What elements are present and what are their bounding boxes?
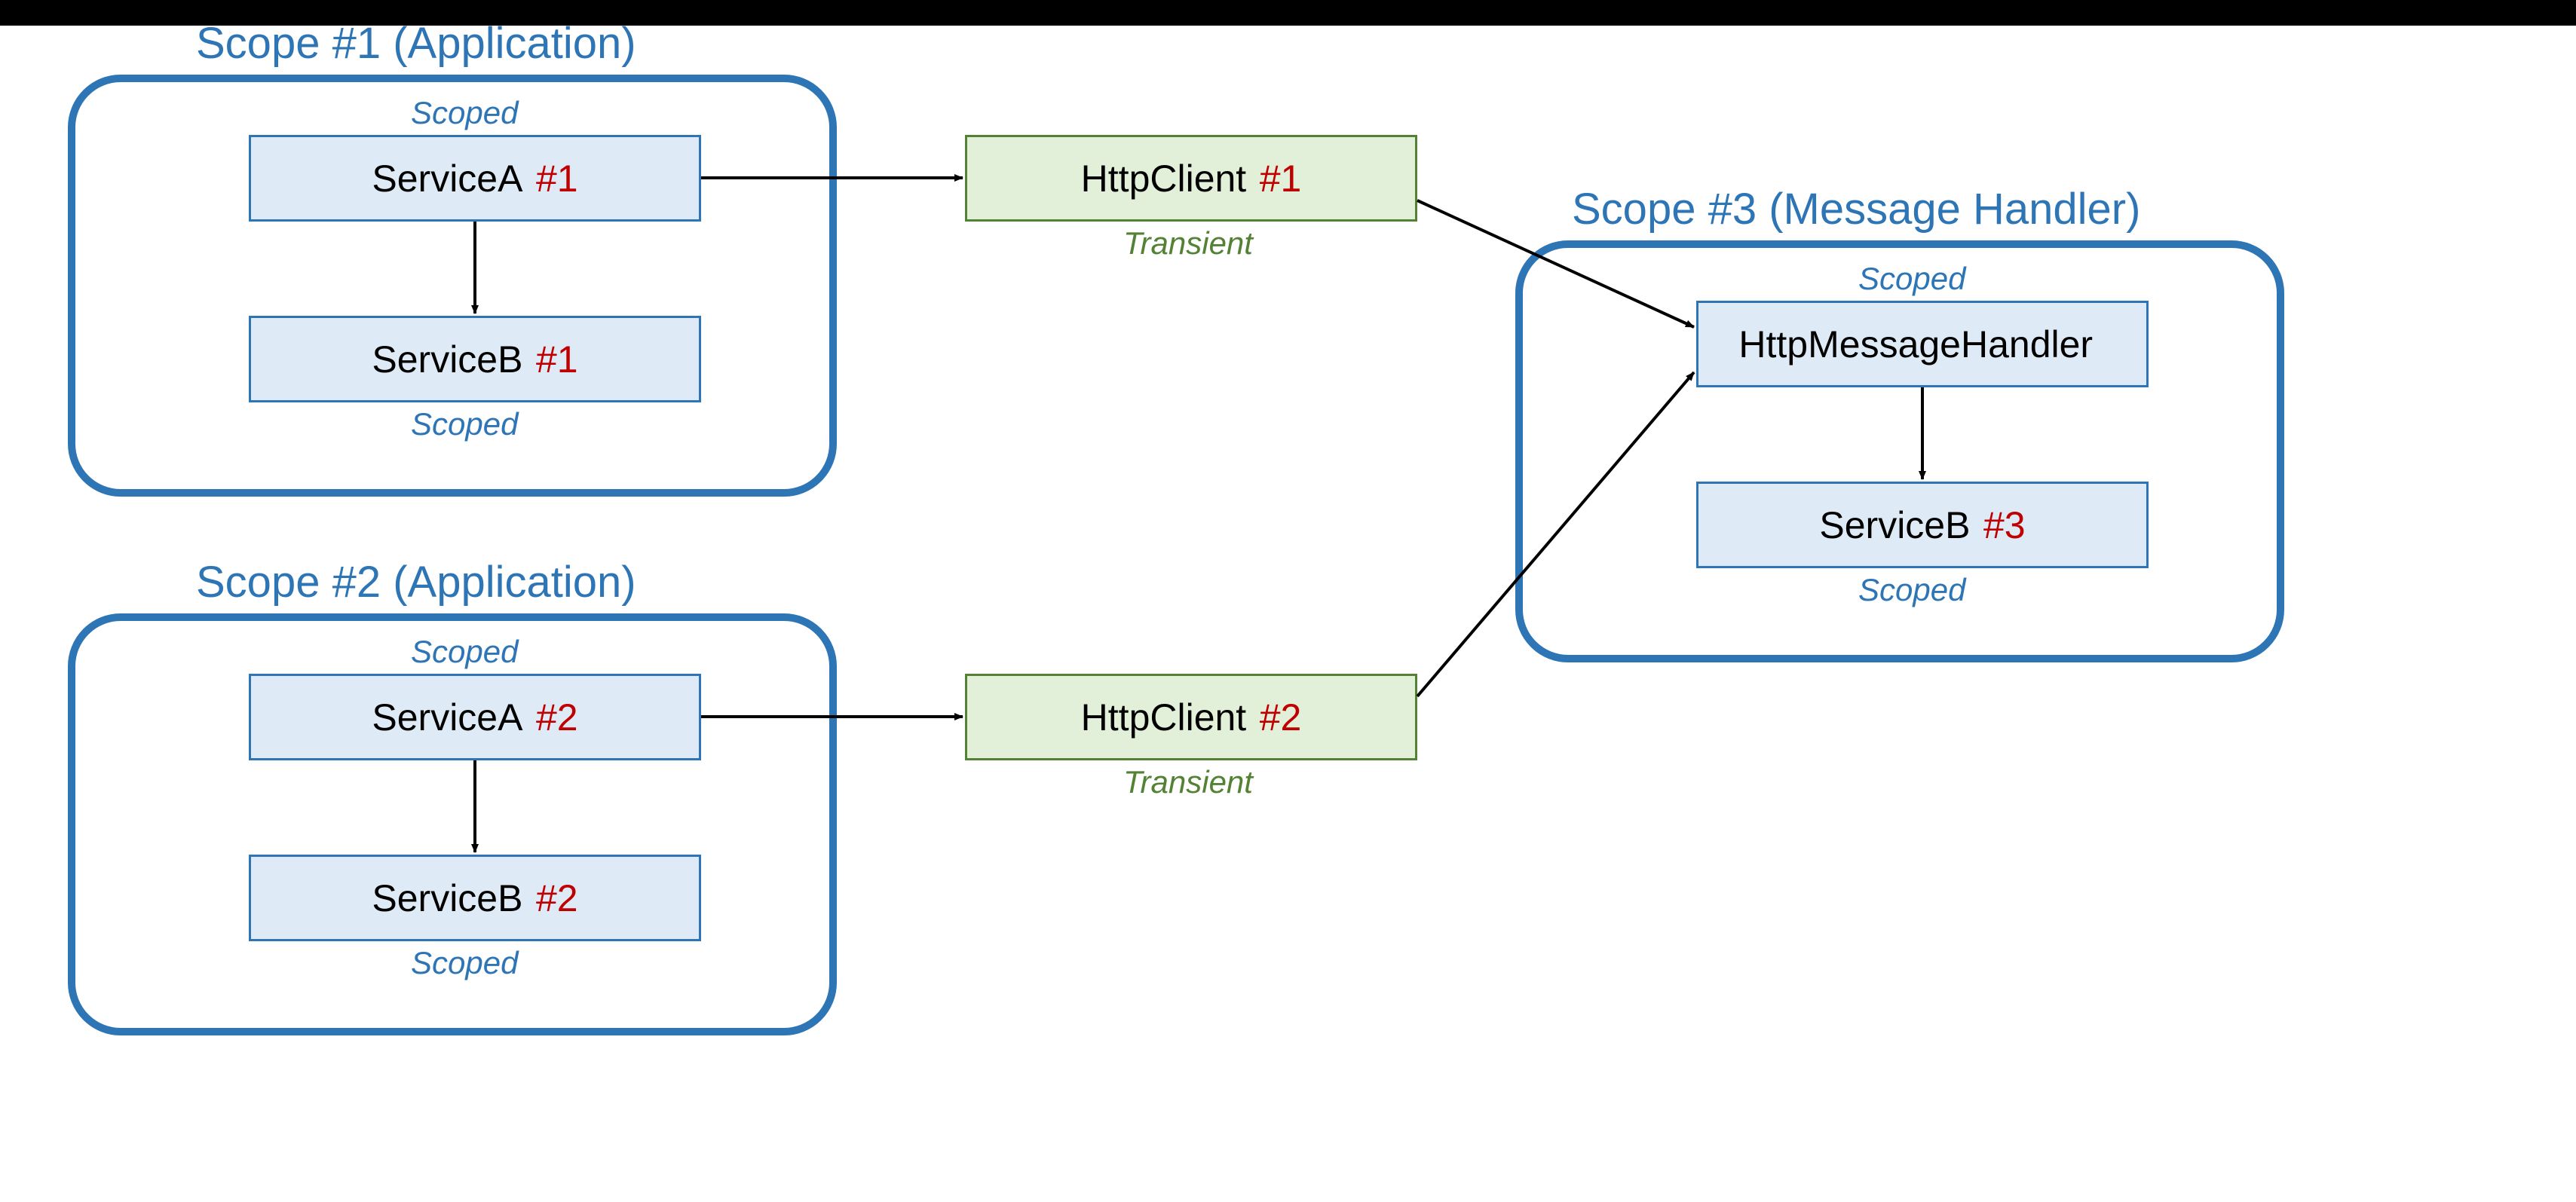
- serviceA2-box: ServiceA #2: [249, 674, 701, 760]
- serviceB1-lifetime: Scoped: [411, 406, 518, 442]
- serviceB3-instance: #3: [1983, 503, 2026, 547]
- httpclient1-box: HttpClient #1: [965, 135, 1417, 222]
- httpclient2-box: HttpClient #2: [965, 674, 1417, 760]
- httpmessagehandler-lifetime: Scoped: [1858, 261, 1965, 297]
- serviceA2-name: ServiceA: [372, 696, 522, 739]
- httpmessagehandler-name: HttpMessageHandler: [1738, 323, 2093, 366]
- serviceB3-box: ServiceB #3: [1696, 482, 2149, 568]
- serviceB2-instance: #2: [536, 876, 578, 920]
- scope3-title: Scope #3 (Message Handler): [1572, 184, 2140, 234]
- serviceA2-instance: #2: [536, 696, 578, 739]
- diagram-canvas: Scope #1 (Application) Scoped ServiceA #…: [0, 26, 2576, 1202]
- httpclient2-lifetime: Transient: [1123, 764, 1253, 800]
- serviceA1-name: ServiceA: [372, 157, 522, 200]
- httpmessagehandler-box: HttpMessageHandler: [1696, 301, 2149, 387]
- httpclient1-name: HttpClient: [1081, 157, 1247, 200]
- serviceB1-box: ServiceB #1: [249, 316, 701, 402]
- serviceA1-box: ServiceA #1: [249, 135, 701, 222]
- serviceA1-instance: #1: [536, 157, 578, 200]
- serviceB1-name: ServiceB: [372, 338, 522, 381]
- httpclient1-lifetime: Transient: [1123, 225, 1253, 262]
- serviceA1-lifetime: Scoped: [411, 95, 518, 131]
- serviceB3-name: ServiceB: [1819, 503, 1970, 547]
- serviceB2-box: ServiceB #2: [249, 855, 701, 941]
- httpclient2-name: HttpClient: [1081, 696, 1247, 739]
- serviceB2-lifetime: Scoped: [411, 945, 518, 981]
- httpclient1-instance: #1: [1260, 157, 1302, 200]
- scope1-title: Scope #1 (Application): [196, 18, 636, 69]
- serviceB1-instance: #1: [536, 338, 578, 381]
- serviceA2-lifetime: Scoped: [411, 634, 518, 670]
- serviceB3-lifetime: Scoped: [1858, 572, 1965, 608]
- scope2-title: Scope #2 (Application): [196, 557, 636, 607]
- serviceB2-name: ServiceB: [372, 876, 522, 920]
- httpclient2-instance: #2: [1260, 696, 1302, 739]
